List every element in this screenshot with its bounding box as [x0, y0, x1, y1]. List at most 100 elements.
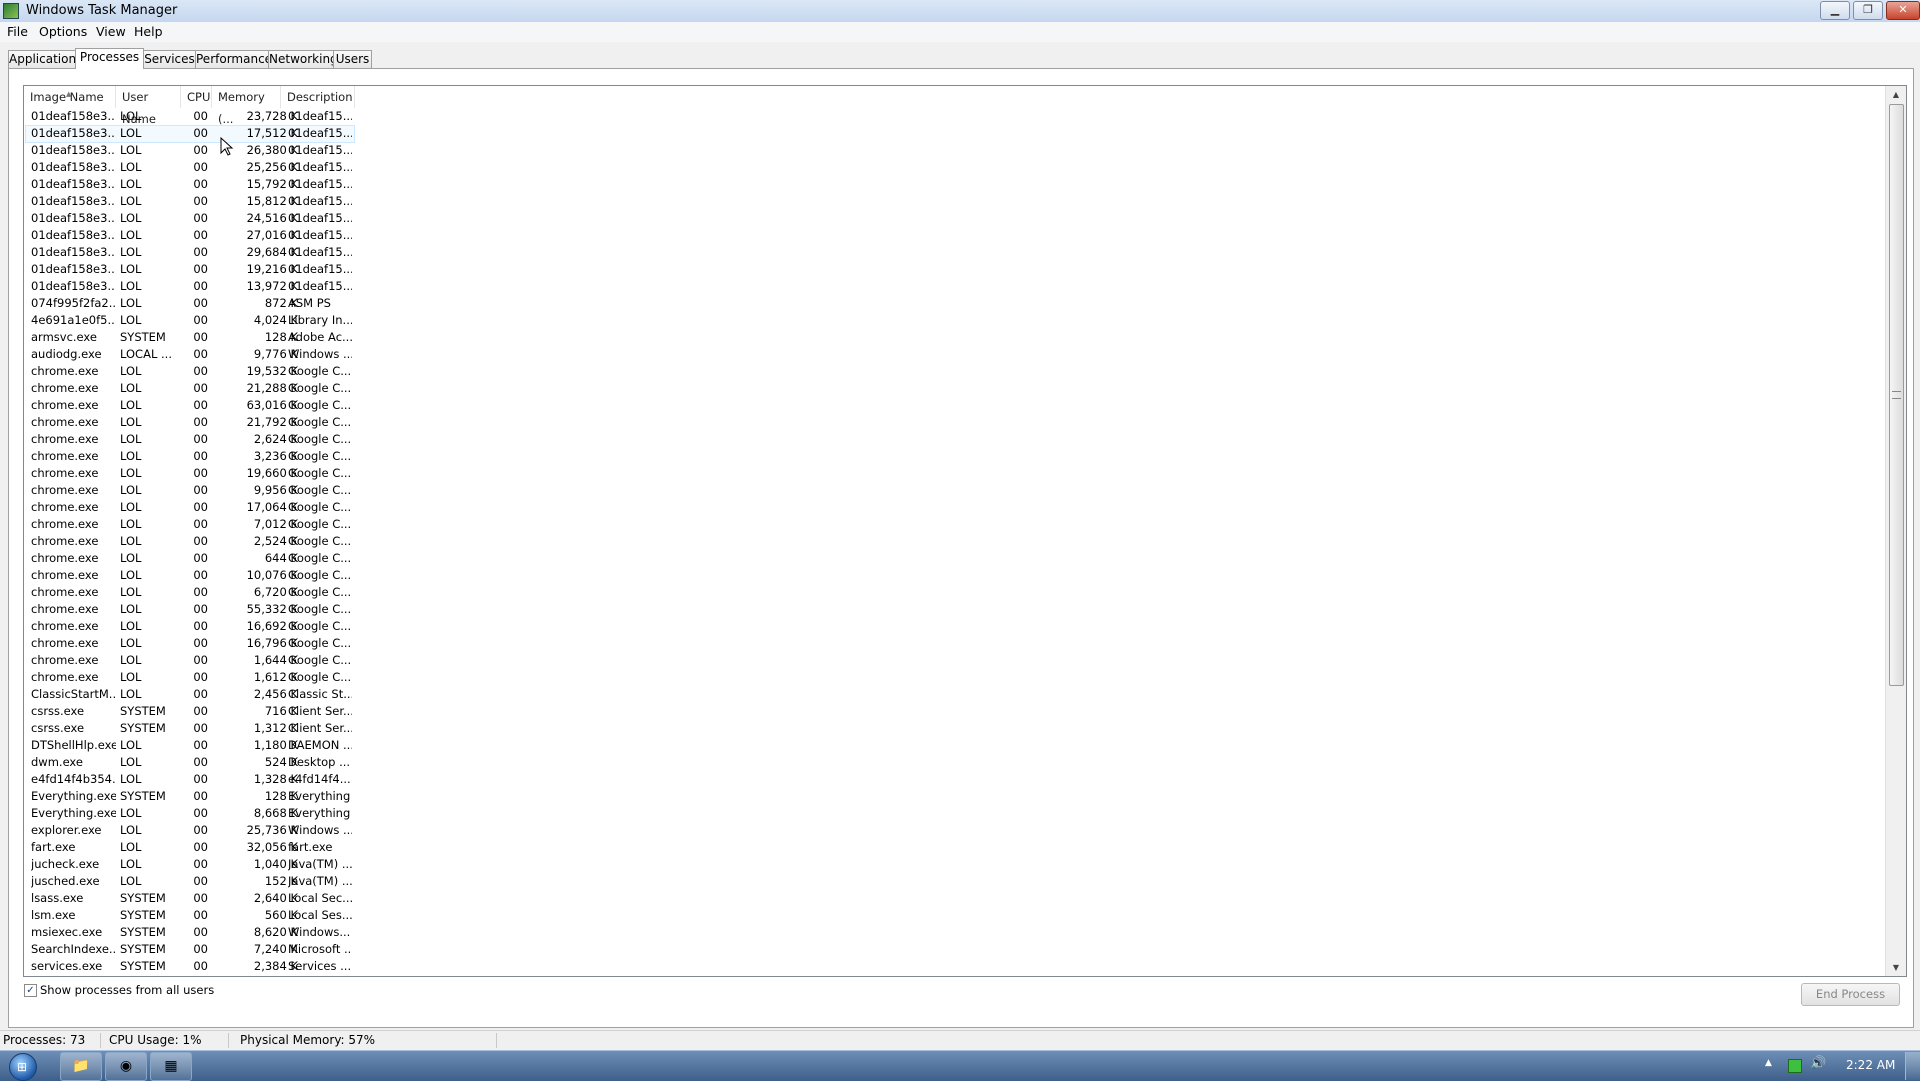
process-row[interactable]: 01deaf158e3... LOL 00 26,380 K 01deaf15...	[24, 142, 1886, 159]
process-row[interactable]: csrss.exe SYSTEM 00 1,312 K Client Ser...	[24, 720, 1886, 737]
process-row[interactable]: lsass.exe SYSTEM 00 2,640 K Local Sec...	[24, 890, 1886, 907]
process-row[interactable]: 01deaf158e3... LOL 00 15,812 K 01deaf15...	[24, 193, 1886, 210]
column-description[interactable]: Description	[281, 86, 355, 108]
process-row[interactable]: chrome.exe LOL 00 2,524 K Google C...	[24, 533, 1886, 550]
clock[interactable]: 2:22 AM	[1846, 1058, 1895, 1072]
process-row[interactable]: 01deaf158e3... LOL 00 23,728 K 01deaf15...	[24, 108, 1886, 125]
process-description: 01deaf15...	[288, 126, 352, 140]
process-row[interactable]: chrome.exe LOL 00 9,956 K Google C...	[24, 482, 1886, 499]
column-cpu[interactable]: CPU	[181, 86, 212, 108]
close-button[interactable]: ✕	[1886, 1, 1920, 20]
column-user-name[interactable]: User Name	[116, 86, 181, 126]
show-all-checkbox[interactable]: ✓	[24, 984, 37, 997]
process-row[interactable]: fart.exe LOL 00 32,056 Kfart.exe	[24, 839, 1886, 856]
process-row[interactable]: chrome.exe LOL 00 63,016 K Google C...	[24, 397, 1886, 414]
explorer-taskbar-button[interactable]: 📁	[60, 1052, 102, 1081]
tab-performance[interactable]: Performance	[195, 50, 272, 68]
show-hidden-icons-icon[interactable]: ▲	[1765, 1058, 1772, 1068]
process-row[interactable]: chrome.exe LOL 00 16,692 K Google C...	[24, 618, 1886, 635]
process-row[interactable]: dwm.exe LOL 00 524 K Desktop ...	[24, 754, 1886, 771]
process-row[interactable]: chrome.exe LOL 00 21,288 K Google C...	[24, 380, 1886, 397]
process-row[interactable]: 01deaf158e3... LOL 00 17,512 K 01deaf15...	[24, 125, 1886, 143]
process-row[interactable]: armsvc.exe SYSTEM 00 128 K Adobe Ac...	[24, 329, 1886, 346]
menu-file[interactable]: File	[7, 24, 28, 39]
tab-processes[interactable]: Processes	[75, 48, 144, 69]
process-row[interactable]: services.exe SYSTEM 00 2,384 K Services ...	[24, 958, 1886, 975]
process-row[interactable]: chrome.exe LOL 00 6,720 K Google C...	[24, 584, 1886, 601]
vertical-scrollbar[interactable]: ▲ ▼	[1885, 86, 1906, 976]
process-list[interactable]: ▲ Image Name User Name CPU Memory (... D…	[23, 85, 1907, 977]
tab-services[interactable]: Services	[143, 50, 196, 68]
process-row[interactable]: csrss.exe SYSTEM 00 716 K Client Ser...	[24, 703, 1886, 720]
process-row[interactable]: jucheck.exe LOL 00 1,040 K Java(TM) ...	[24, 856, 1886, 873]
process-row[interactable]: chrome.exe LOL 00 19,660 K Google C...	[24, 465, 1886, 482]
process-row[interactable]: 01deaf158e3... LOL 00 15,792 K 01deaf15...	[24, 176, 1886, 193]
process-row[interactable]: msiexec.exe SYSTEM 00 8,620 K Windows...	[24, 924, 1886, 941]
process-description: Google C...	[288, 483, 352, 497]
process-row[interactable]: 01deaf158e3... LOL 00 24,516 K 01deaf15...	[24, 210, 1886, 227]
process-row[interactable]: ClassicStartM... LOL 00 2,456 K Classic St..…	[24, 686, 1886, 703]
tab-applications[interactable]: Applications	[8, 50, 82, 68]
process-row[interactable]: chrome.exe LOL 00 10,076 K Google C...	[24, 567, 1886, 584]
process-user-name: LOL	[120, 551, 142, 565]
process-row[interactable]: chrome.exe LOL 00 17,064 K Google C...	[24, 499, 1886, 516]
process-row[interactable]: e4fd14f4b354... LOL 00 1,328 Ke4fd14f4...	[24, 771, 1886, 788]
task-manager-taskbar-button[interactable]: ▦	[150, 1052, 192, 1081]
process-row[interactable]: Everything.exe LOL 00 8,668 K Everything	[24, 805, 1886, 822]
process-description: Google C...	[288, 398, 352, 412]
tab-networking[interactable]: Networking	[268, 50, 338, 68]
chrome-taskbar-button[interactable]: ◉	[105, 1052, 147, 1081]
process-memory: 21,792 K	[246, 415, 298, 429]
end-process-button[interactable]: End Process	[1801, 983, 1900, 1006]
process-row[interactable]: Everything.exe SYSTEM 00 128 K Everything	[24, 788, 1886, 805]
process-row[interactable]: 01deaf158e3... LOL 00 19,216 K 01deaf15...	[24, 261, 1886, 278]
process-row[interactable]: chrome.exe LOL 00 55,332 K Google C...	[24, 601, 1886, 618]
process-row[interactable]: chrome.exe LOL 00 2,624 K Google C...	[24, 431, 1886, 448]
menu-help[interactable]: Help	[134, 24, 163, 39]
process-row[interactable]: chrome.exe LOL 00 3,236 K Google C...	[24, 448, 1886, 465]
process-row[interactable]: SearchIndexe... SYSTEM 00 7,240 K Microsoft …	[24, 941, 1886, 958]
process-row[interactable]: 01deaf158e3... LOL 00 27,016 K 01deaf15...	[24, 227, 1886, 244]
start-button[interactable]: ⊞	[9, 1053, 37, 1081]
process-row[interactable]: explorer.exe LOL 00 25,736 K Windows ...	[24, 822, 1886, 839]
process-row[interactable]: chrome.exe LOL 00 1,612 K Google C...	[24, 669, 1886, 686]
show-desktop-button[interactable]	[1905, 1052, 1920, 1080]
show-all-label[interactable]: Show processes from all users	[40, 983, 214, 997]
process-row[interactable]: chrome.exe LOL 00 21,792 K Google C...	[24, 414, 1886, 431]
scroll-down-icon[interactable]: ▼	[1886, 959, 1906, 976]
process-description: Client Ser...	[288, 721, 352, 735]
process-row[interactable]: 01deaf158e3... LOL 00 29,684 K 01deaf15...	[24, 244, 1886, 261]
process-memory: 13,972 K	[246, 279, 298, 293]
process-row[interactable]: chrome.exe LOL 00 1,644 K Google C...	[24, 652, 1886, 669]
process-row[interactable]: chrome.exe LOL 00 19,532 K Google C...	[24, 363, 1886, 380]
process-memory: 19,216 K	[246, 262, 298, 276]
process-row[interactable]: 4e691a1e0f5... LOL 00 4,024 K Library In...	[24, 312, 1886, 329]
tab-users[interactable]: Users	[333, 50, 372, 68]
menu-view[interactable]: View	[96, 24, 126, 39]
process-row[interactable]: lsm.exe SYSTEM 00 560 K Local Ses...	[24, 907, 1886, 924]
process-row[interactable]: chrome.exe LOL 00 7,012 K Google C...	[24, 516, 1886, 533]
scrollbar-thumb[interactable]	[1889, 104, 1904, 686]
process-row[interactable]: audiodg.exe LOCAL ... 00 9,776 K Windows ...	[24, 346, 1886, 363]
process-row[interactable]: DTShellHlp.exe LOL 00 1,180 K DAEMON ...	[24, 737, 1886, 754]
menu-options[interactable]: Options	[39, 24, 87, 39]
process-user-name: LOL	[120, 262, 142, 276]
process-user-name: LOL	[120, 364, 142, 378]
column-memory[interactable]: Memory (...	[212, 86, 281, 126]
process-row[interactable]: 074f995f2fa2... LOL 00 872 K ASM PS	[24, 295, 1886, 312]
process-user-name: SYSTEM	[120, 891, 166, 905]
minimize-button[interactable]: ▁	[1820, 1, 1850, 20]
scroll-up-icon[interactable]: ▲	[1886, 86, 1906, 103]
volume-icon[interactable]: 🔊	[1810, 1056, 1826, 1071]
network-icon[interactable]	[1788, 1059, 1802, 1073]
column-image-name[interactable]: ▲ Image Name	[24, 86, 116, 108]
process-row[interactable]: chrome.exe LOL 00 644 K Google C...	[24, 550, 1886, 567]
process-row[interactable]: jusched.exe LOL 00 152 K Java(TM) ...	[24, 873, 1886, 890]
process-description: Google C...	[288, 364, 352, 378]
process-row[interactable]: 01deaf158e3... LOL 00 13,972 K 01deaf15...	[24, 278, 1886, 295]
process-image-name: 01deaf158e3...	[31, 279, 116, 293]
process-row[interactable]: 01deaf158e3... LOL 00 25,256 K 01deaf15...	[24, 159, 1886, 176]
process-image-name: chrome.exe	[31, 398, 99, 412]
restore-button[interactable]: ❐	[1853, 1, 1883, 20]
process-row[interactable]: chrome.exe LOL 00 16,796 K Google C...	[24, 635, 1886, 652]
